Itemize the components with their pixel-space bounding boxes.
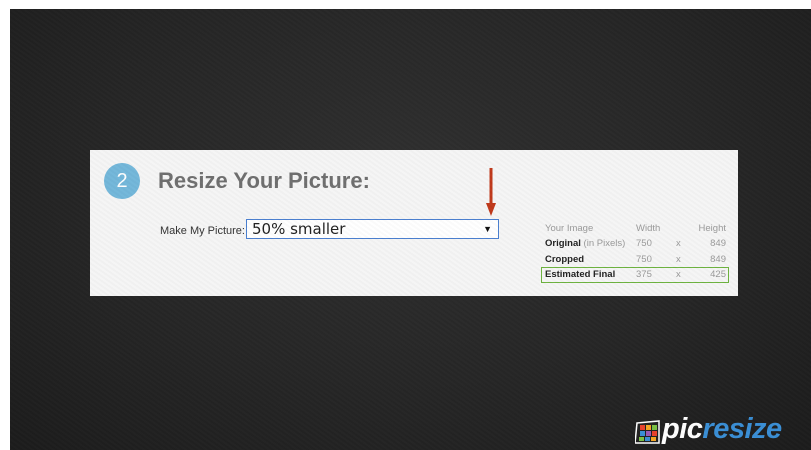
final-x: x xyxy=(676,269,681,280)
section-title: Resize Your Picture: xyxy=(158,168,370,193)
step-number-badge: 2 xyxy=(104,163,140,199)
cropped-label: Cropped xyxy=(545,254,585,265)
cropped-height: 849 xyxy=(710,254,726,265)
original-label: Original xyxy=(545,238,581,249)
logo-text-pic: pic xyxy=(662,413,703,445)
resize-select[interactable]: 50% smaller ▼ xyxy=(246,219,499,239)
final-height: 425 xyxy=(710,269,726,280)
original-note: (in Pixels) xyxy=(580,238,626,249)
logo-text-resize: resize xyxy=(702,413,782,445)
original-width: 750 xyxy=(636,238,652,249)
final-width: 375 xyxy=(636,269,652,280)
height-header: Height xyxy=(698,223,726,234)
resize-select-value: 50% smaller xyxy=(252,220,346,238)
resize-panel: 2 Resize Your Picture: Make My Picture: … xyxy=(90,150,738,296)
your-image-header: Your Image xyxy=(545,223,594,234)
width-header: Width xyxy=(636,223,661,234)
picresize-logo-icon xyxy=(635,420,660,444)
cropped-x: x xyxy=(676,254,681,265)
original-x: x xyxy=(676,238,681,249)
estimated-final-label: Estimated Final xyxy=(545,269,616,280)
cropped-width: 750 xyxy=(636,254,652,265)
original-height: 849 xyxy=(710,238,726,249)
red-arrow-down-icon xyxy=(486,168,496,216)
make-my-picture-label: Make My Picture: xyxy=(160,225,245,237)
dropdown-triangle-icon: ▼ xyxy=(483,224,492,234)
slide-background: 2 Resize Your Picture: Make My Picture: … xyxy=(10,9,811,450)
